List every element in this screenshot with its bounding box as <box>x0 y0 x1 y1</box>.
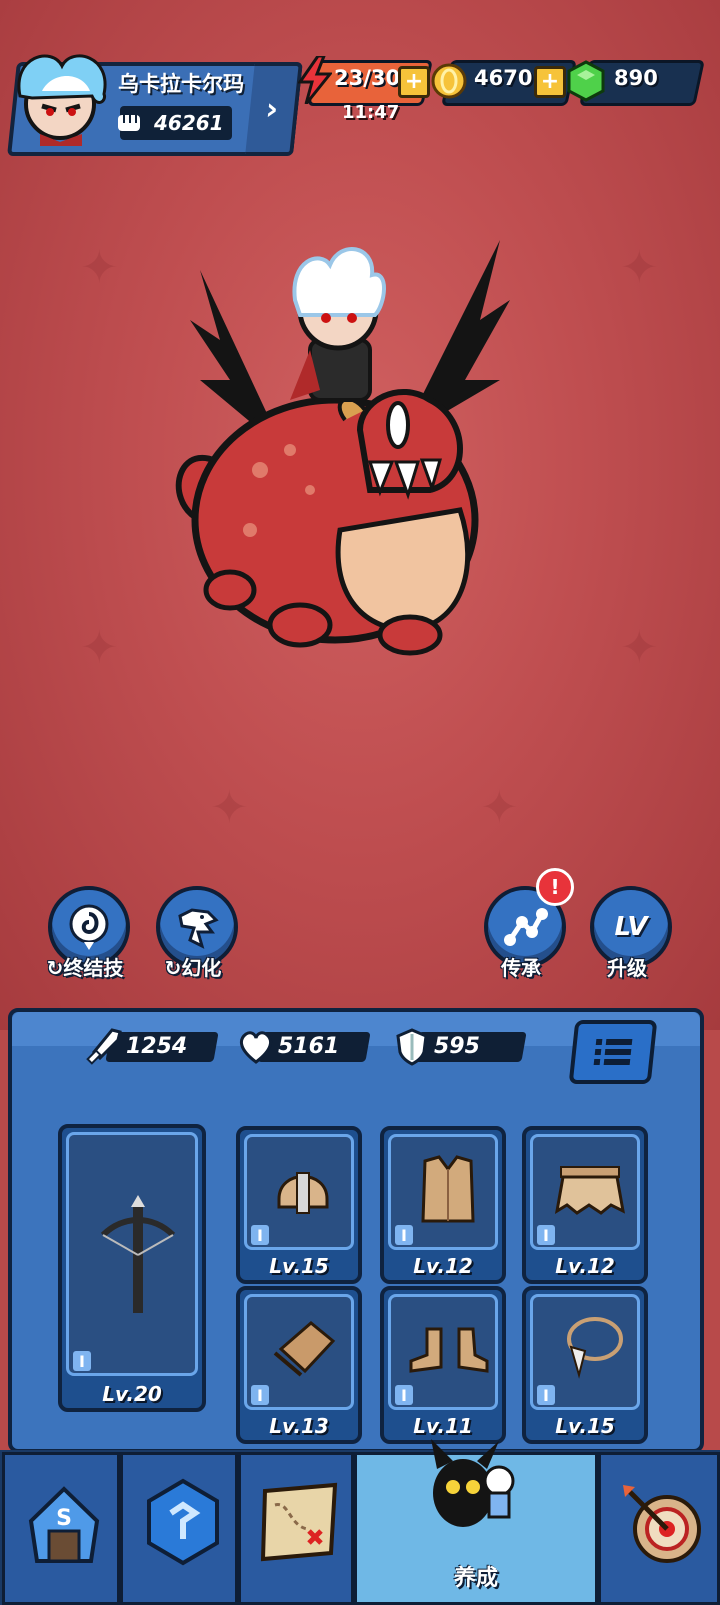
background-pattern: ✦ <box>80 620 119 674</box>
background-pattern: ✦ <box>210 780 249 834</box>
background-pattern: ✦ <box>480 780 519 834</box>
vest-icon <box>421 1155 475 1223</box>
armor-slot[interactable]: I Lv.12 <box>380 1126 506 1284</box>
energy-timer: 11:47 <box>342 102 400 123</box>
fist-power-icon <box>118 115 140 131</box>
inherit-button[interactable]: ! 传承 <box>476 868 574 986</box>
avatar[interactable] <box>12 46 112 146</box>
belt-skirt-icon <box>555 1166 625 1215</box>
necklace-icon <box>567 1317 623 1379</box>
lightning-energy-icon <box>298 56 332 104</box>
nav-tab-develop-label: 养成 <box>453 1566 498 1591</box>
player-profile[interactable]: › 乌卡拉卡尔玛 46261 <box>7 54 303 156</box>
helmet-icon <box>277 1172 329 1214</box>
transform-button[interactable]: ↻幻化 <box>148 886 238 986</box>
energy-value: 23/30 <box>334 66 401 90</box>
attack-value: 1254 <box>126 1034 188 1059</box>
heart-icon <box>239 1031 273 1064</box>
boots-icon <box>409 1327 489 1373</box>
gold-value: 4670 <box>474 66 533 90</box>
svg-text:S: S <box>56 1506 72 1531</box>
background-pattern: ✦ <box>620 240 659 294</box>
gloves-level: Lv.13 <box>269 1414 329 1438</box>
quality-badge: I <box>395 1225 413 1245</box>
profile-expand-chevron-icon[interactable]: › <box>245 62 303 156</box>
add-gold-button[interactable]: + <box>534 66 566 98</box>
weapon-level: Lv.20 <box>102 1382 162 1406</box>
quality-badge: I <box>251 1385 269 1405</box>
level-up-glyph: LV <box>614 912 648 942</box>
quality-badge: I <box>251 1225 269 1245</box>
shield-icon <box>396 1028 428 1066</box>
nav-tab-develop[interactable]: 养成 <box>354 1439 598 1605</box>
target-arrow-icon <box>623 1485 701 1563</box>
player-name: 乌卡拉卡尔玛 <box>118 72 244 96</box>
power-value: 46261 <box>154 111 224 135</box>
quality-badge: I <box>537 1225 555 1245</box>
develop-characters-icon <box>431 1439 515 1527</box>
nav-tab-map[interactable] <box>238 1452 354 1605</box>
quality-badge: I <box>73 1351 91 1371</box>
background-pattern: ✦ <box>620 620 659 674</box>
health-value: 5161 <box>278 1034 340 1059</box>
shop-house-icon: S <box>28 1486 100 1563</box>
gold-coin-icon <box>431 63 467 99</box>
armor-level: Lv.12 <box>413 1254 473 1278</box>
transform-label: ↻幻化 <box>164 956 222 980</box>
helmet-slot[interactable]: I Lv.15 <box>236 1126 362 1284</box>
quality-badge: I <box>537 1385 555 1405</box>
gem-value: 890 <box>614 66 658 90</box>
defense-value: 595 <box>434 1034 480 1059</box>
power-display: 46261 <box>118 106 232 140</box>
necklace-level: Lv.15 <box>555 1414 615 1438</box>
attack-stat: 1254 <box>86 1028 219 1065</box>
necklace-slot[interactable]: I Lv.15 <box>522 1286 648 1444</box>
quality-badge: I <box>395 1385 413 1405</box>
belt-level: Lv.12 <box>555 1254 615 1278</box>
treasure-map-icon <box>260 1482 338 1562</box>
alert-badge: ! <box>536 868 574 906</box>
hexagon-rune-icon <box>147 1478 219 1566</box>
crossbow-icon <box>100 1195 176 1313</box>
green-gem-icon <box>567 60 605 102</box>
nav-tab-battle[interactable] <box>598 1452 720 1605</box>
bracer-icon <box>273 1321 336 1377</box>
nav-tab-talent[interactable] <box>120 1452 238 1605</box>
belt-slot[interactable]: I Lv.12 <box>522 1126 648 1284</box>
gloves-slot[interactable]: I Lv.13 <box>236 1286 362 1444</box>
list-icon <box>593 1039 633 1065</box>
add-energy-button[interactable]: + <box>398 66 430 98</box>
background-pattern: ✦ <box>80 240 119 294</box>
defense-stat: 595 <box>394 1028 527 1066</box>
hero-dragon-character[interactable] <box>160 230 520 660</box>
sword-icon <box>86 1028 122 1065</box>
stats-list-button[interactable] <box>568 1020 658 1084</box>
boots-slot[interactable]: I Lv.11 <box>380 1286 506 1444</box>
nav-tab-shop[interactable]: S <box>2 1452 120 1605</box>
upgrade-button[interactable]: LV 升级 <box>582 886 672 986</box>
health-stat: 5161 <box>238 1028 371 1064</box>
upgrade-label: 升级 <box>607 956 647 980</box>
ultimate-skill-button[interactable]: ↻终结技 <box>40 886 130 986</box>
weapon-slot[interactable]: I Lv.20 <box>58 1124 206 1412</box>
helmet-level: Lv.15 <box>269 1254 329 1278</box>
